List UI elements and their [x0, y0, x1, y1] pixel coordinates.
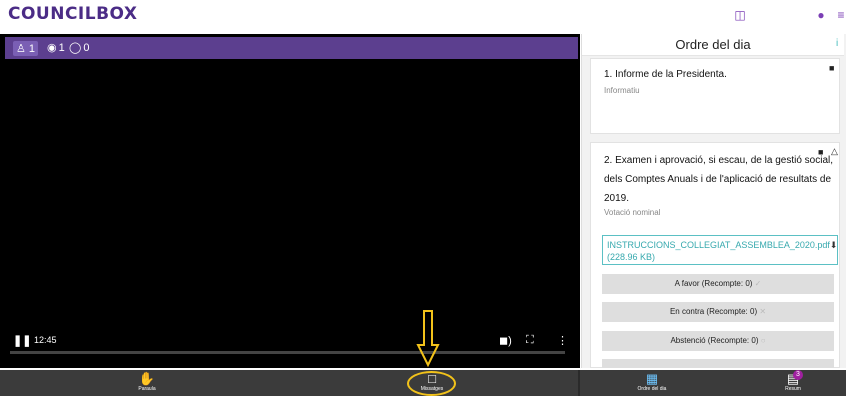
- vote-against-button[interactable]: En contra (Recompte: 0) ✕: [602, 302, 834, 322]
- agenda-item-type: Votació nominal: [604, 208, 661, 217]
- download-icon[interactable]: ⬇: [830, 240, 838, 250]
- summary-button[interactable]: ▤ Resum 3: [778, 370, 808, 392]
- volume-icon[interactable]: ◼): [499, 334, 512, 347]
- video-controls: ❚❚ 12:45 ◼) ⛶ ⋮: [0, 328, 580, 368]
- agenda-item-title-line1: 2. Examen i aprovació, si escau, de la g…: [604, 155, 834, 166]
- agenda-title: Ordre del dia: [582, 34, 844, 56]
- online-count[interactable]: ◉ 1: [47, 41, 65, 55]
- fullscreen-icon[interactable]: ⛶: [526, 334, 534, 347]
- agenda-button[interactable]: ▦ Ordre del dia: [632, 371, 672, 393]
- vote-abstain-button[interactable]: Abstenció (Recompte: 0) ○: [602, 331, 834, 351]
- calendar-icon: ▦: [645, 371, 659, 386]
- annotation-highlight-circle: [407, 371, 456, 396]
- info-icon[interactable]: i: [836, 38, 838, 49]
- pause-icon[interactable]: ❚❚: [13, 334, 31, 347]
- cross-icon: ✕: [759, 307, 767, 316]
- bottom-bar-divider: [578, 370, 580, 396]
- circle-icon: ○: [760, 336, 766, 345]
- agenda-item-title: 1. Informe de la Presidenta.: [604, 69, 727, 80]
- agenda-item-1[interactable]: 1. Informe de la Presidenta. Informatiu …: [590, 58, 840, 134]
- agenda-item-type: Informatiu: [604, 86, 640, 95]
- check-icon: ✓: [754, 279, 762, 288]
- top-bar: COUNCILBOX ◫ ● ≡: [0, 0, 846, 30]
- agenda-item-title-line3: 2019.: [604, 193, 630, 204]
- book-icon[interactable]: ◫: [733, 8, 747, 22]
- attachment-link[interactable]: INSTRUCCIONS_COLLEGIAT_ASSEMBLEA_2020.pd…: [602, 235, 838, 265]
- vote-for-button[interactable]: A favor (Recompte: 0) ✓: [602, 274, 834, 294]
- annotation-arrow-icon: [416, 310, 440, 367]
- agenda-item-title-line2: dels Comptes Anuals i de l'aplicació de …: [604, 174, 832, 185]
- user-icon[interactable]: ●: [814, 8, 828, 22]
- eye-icon: ◯: [69, 42, 82, 54]
- participants-icon: ♙: [16, 43, 26, 55]
- viewers-count[interactable]: ◯ 0: [69, 41, 89, 55]
- video-time: 12:45: [34, 335, 57, 345]
- attachment-size: (228.96 KB): [607, 252, 656, 262]
- video-player[interactable]: [0, 34, 580, 368]
- agenda-panel: Ordre del dia i 1. Informe de la Preside…: [581, 34, 846, 368]
- hand-icon: ✋: [138, 371, 156, 386]
- summary-badge: 3: [793, 370, 803, 380]
- progress-bar[interactable]: [10, 351, 565, 354]
- lock-icon: ■: [829, 63, 835, 73]
- video-header: ♙ 1 ◉ 1 ◯ 0: [5, 37, 578, 59]
- vote-next-button[interactable]: [602, 359, 834, 368]
- app-logo: COUNCILBOX: [8, 4, 138, 24]
- menu-icon[interactable]: ≡: [836, 8, 846, 22]
- more-options-icon[interactable]: ⋮: [557, 334, 568, 347]
- globe-icon: ◉: [47, 42, 57, 54]
- participants-count[interactable]: ♙ 1: [13, 41, 38, 56]
- raise-hand-button[interactable]: ✋ Paraula: [132, 371, 162, 393]
- attachment-name: INSTRUCCIONS_COLLEGIAT_ASSEMBLEA_2020.pd…: [607, 240, 830, 250]
